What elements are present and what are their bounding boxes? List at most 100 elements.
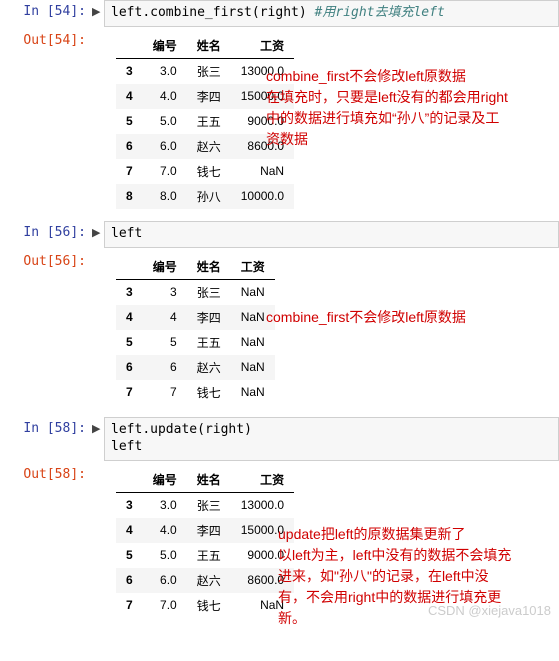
cell-value: 6	[143, 355, 187, 380]
in-prompt: In [58]:	[0, 417, 92, 436]
cell-value: NaN	[231, 380, 275, 405]
cell-value: 5.0	[143, 543, 187, 568]
input-row: In [58]: ▶ left.update(right) left	[0, 417, 559, 461]
input-row: In [56]: ▶ left	[0, 221, 559, 248]
cell-value: 李四	[187, 518, 231, 543]
row-index: 3	[116, 279, 143, 305]
cell-value: 7	[143, 380, 187, 405]
col-header: 工资	[231, 254, 275, 280]
dataframe-table: 编号姓名工资33.0张三13000.044.0李四15000.055.0王五90…	[116, 467, 294, 618]
run-icon[interactable]: ▶	[92, 417, 104, 435]
row-index: 6	[116, 568, 143, 593]
annotation-1: combine_first不会修改left原数据 在填充时，只要是left没有的…	[266, 66, 508, 150]
annotation-line: 进来，如"孙八"的记录，在left中没	[278, 568, 489, 584]
cell-value: NaN	[231, 279, 275, 305]
table-row: 55王五NaN	[116, 330, 275, 355]
table-row: 77钱七NaN	[116, 380, 275, 405]
table-row: 77.0钱七NaN	[116, 159, 294, 184]
row-index: 8	[116, 184, 143, 209]
cell-value: 李四	[187, 84, 231, 109]
output-row: Out[56]: 编号姓名工资33张三NaN44李四NaN55王五NaN66赵六…	[0, 250, 559, 409]
output-content: 编号姓名工资33.0张三13000.044.0李四15000.055.0王五90…	[104, 463, 294, 622]
cell-value: 赵六	[187, 355, 231, 380]
dataframe-table: 编号姓名工资33张三NaN44李四NaN55王五NaN66赵六NaN77钱七Na…	[116, 254, 275, 405]
col-header: 工资	[231, 33, 294, 59]
annotation-line: combine_first不会修改left原数据	[266, 309, 466, 325]
cell-value: NaN	[231, 330, 275, 355]
cell-value: 7.0	[143, 593, 187, 618]
code-input[interactable]: left.combine_first(right) #用right去填充left	[104, 0, 559, 27]
table-row: 33.0张三13000.0	[116, 492, 294, 518]
cell-value: 钱七	[187, 593, 231, 618]
cell-value: 5	[143, 330, 187, 355]
cell-value: 3	[143, 279, 187, 305]
cell-value: 钱七	[187, 159, 231, 184]
cell-value: 李四	[187, 305, 231, 330]
row-index: 5	[116, 543, 143, 568]
cell-value: 3.0	[143, 58, 187, 84]
output-content: 编号姓名工资33张三NaN44李四NaN55王五NaN66赵六NaN77钱七Na…	[104, 250, 275, 409]
row-index: 6	[116, 134, 143, 159]
col-header: 姓名	[187, 254, 231, 280]
cell-value: 10000.0	[231, 184, 294, 209]
input-row: In [54]: ▶ left.combine_first(right) #用r…	[0, 0, 559, 27]
table-row: 44.0李四15000.0	[116, 518, 294, 543]
cell-value: 钱七	[187, 380, 231, 405]
cell-value: 13000.0	[231, 492, 294, 518]
in-prompt: In [54]:	[0, 0, 92, 19]
table-row: 33张三NaN	[116, 279, 275, 305]
out-prompt: Out[58]:	[0, 463, 92, 482]
out-prompt: Out[54]:	[0, 29, 92, 48]
table-row: 66.0赵六8600.0	[116, 568, 294, 593]
code-input[interactable]: left.update(right) left	[104, 417, 559, 461]
run-icon[interactable]: ▶	[92, 0, 104, 18]
cell-value: 王五	[187, 543, 231, 568]
cell-value: 6.0	[143, 134, 187, 159]
cell-value: NaN	[231, 159, 294, 184]
cell-value: 张三	[187, 492, 231, 518]
cell-value: 8.0	[143, 184, 187, 209]
annotation-line: 在填充时，只要是left没有的都会用right	[266, 89, 508, 105]
col-header: 编号	[143, 254, 187, 280]
cell-value: 3.0	[143, 492, 187, 518]
cell-value: 5.0	[143, 109, 187, 134]
table-row: 55.0王五9000.0	[116, 543, 294, 568]
cell-value: 张三	[187, 58, 231, 84]
row-index: 5	[116, 330, 143, 355]
annotation-line: 资数据	[266, 131, 308, 147]
cell-value: 张三	[187, 279, 231, 305]
cell-value: 王五	[187, 330, 231, 355]
row-index: 4	[116, 84, 143, 109]
col-header: 编号	[143, 33, 187, 59]
annotation-2: combine_first不会修改left原数据	[266, 307, 466, 328]
annotation-line: 中的数据进行填充如“孙八”的记录及工	[266, 110, 499, 126]
row-index: 7	[116, 380, 143, 405]
cell-value: 7.0	[143, 159, 187, 184]
cell-value: 王五	[187, 109, 231, 134]
cell-value: 赵六	[187, 568, 231, 593]
row-index: 7	[116, 159, 143, 184]
table-row: 44李四NaN	[116, 305, 275, 330]
cell-value: 4.0	[143, 84, 187, 109]
row-index: 3	[116, 58, 143, 84]
col-header: 编号	[143, 467, 187, 493]
annotation-line: 以left为主，left中没有的数据不会填充	[278, 547, 511, 563]
cell-value: NaN	[231, 355, 275, 380]
in-prompt: In [56]:	[0, 221, 92, 240]
out-prompt: Out[56]:	[0, 250, 92, 269]
annotation-line: 新。	[278, 610, 306, 626]
annotation-line: combine_first不会修改left原数据	[266, 68, 466, 84]
table-row: 77.0钱七NaN	[116, 593, 294, 618]
cell-value: 6.0	[143, 568, 187, 593]
annotation-line: update把left的原数据集更新了	[278, 526, 466, 542]
cell-value: 4.0	[143, 518, 187, 543]
row-index: 4	[116, 518, 143, 543]
row-index: 7	[116, 593, 143, 618]
row-index: 6	[116, 355, 143, 380]
col-header: 工资	[231, 467, 294, 493]
row-index: 4	[116, 305, 143, 330]
code-input[interactable]: left	[104, 221, 559, 248]
col-header: 姓名	[187, 467, 231, 493]
table-row: 88.0孙八10000.0	[116, 184, 294, 209]
run-icon[interactable]: ▶	[92, 221, 104, 239]
